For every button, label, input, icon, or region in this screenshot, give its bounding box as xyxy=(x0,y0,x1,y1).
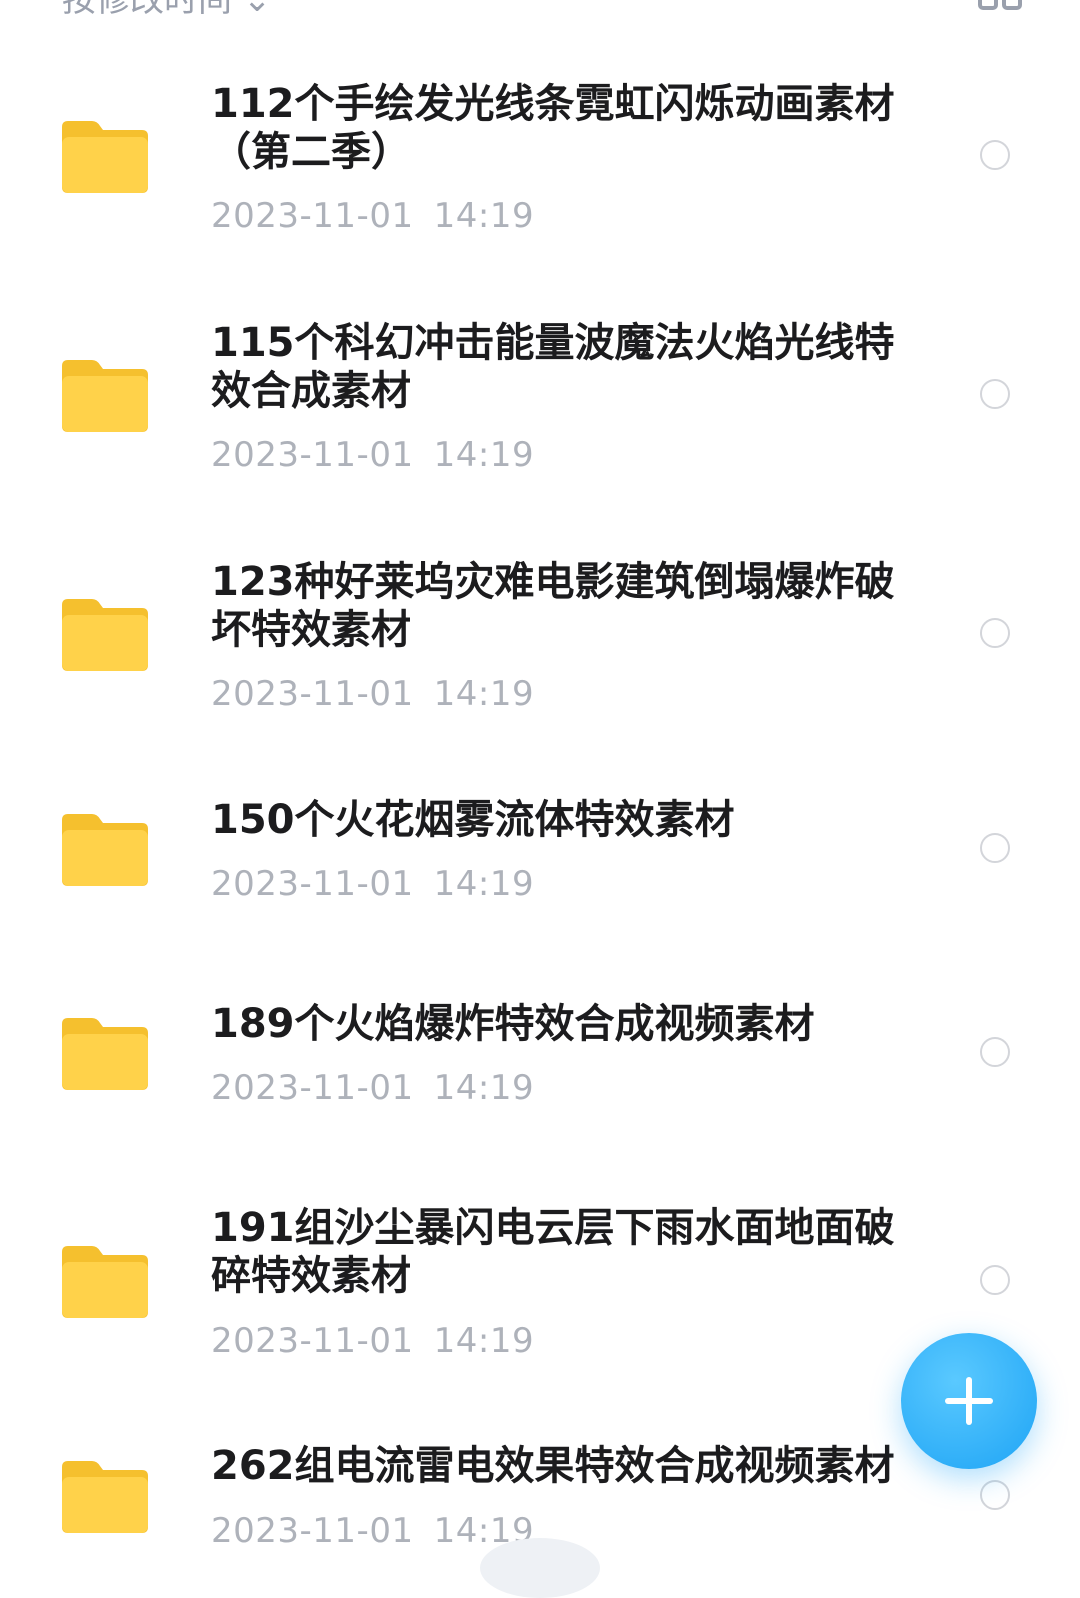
file-time: 14:19 xyxy=(433,674,535,714)
folder-icon xyxy=(62,1461,148,1533)
file-date: 2023-11-01 xyxy=(211,1321,414,1361)
file-time: 14:19 xyxy=(433,435,535,475)
file-date: 2023-11-01 xyxy=(211,674,414,714)
file-modified: 2023-11-01 14:19 xyxy=(211,1511,534,1551)
file-name: 189个火焰爆炸特效合成视频素材 xyxy=(211,1001,815,1047)
file-name: 112个手绘发光线条霓虹闪烁动画素材（第二季） xyxy=(211,81,895,175)
file-time: 14:19 xyxy=(433,864,535,904)
folder-icon xyxy=(62,121,148,193)
file-name: 115个科幻冲击能量波魔法火焰光线特效合成素材 xyxy=(211,320,895,414)
file-modified: 2023-11-01 14:19 xyxy=(211,864,534,904)
select-radio[interactable] xyxy=(980,140,1010,170)
file-modified: 2023-11-01 14:19 xyxy=(211,674,534,714)
file-date: 2023-11-01 xyxy=(211,1511,414,1551)
add-button[interactable] xyxy=(901,1333,1037,1469)
file-name: 262组电流雷电效果特效合成视频素材 xyxy=(211,1443,895,1489)
file-date: 2023-11-01 xyxy=(211,864,414,904)
file-date: 2023-11-01 xyxy=(211,196,414,236)
file-time: 14:19 xyxy=(433,1068,535,1108)
file-time: 14:19 xyxy=(433,1321,535,1361)
select-radio[interactable] xyxy=(980,1480,1010,1510)
folder-icon xyxy=(62,1246,148,1318)
file-name: 191组沙尘暴闪电云层下雨水面地面破碎特效素材 xyxy=(211,1205,895,1299)
file-name: 123种好莱坞灾难电影建筑倒塌爆炸破坏特效素材 xyxy=(211,559,895,653)
select-radio[interactable] xyxy=(980,379,1010,409)
file-date: 2023-11-01 xyxy=(211,435,414,475)
file-modified: 2023-11-01 14:19 xyxy=(211,196,534,236)
file-modified: 2023-11-01 14:19 xyxy=(211,1321,534,1361)
plus-icon xyxy=(945,1377,993,1425)
folder-icon xyxy=(62,360,148,432)
select-radio[interactable] xyxy=(980,833,1010,863)
select-radio[interactable] xyxy=(980,1037,1010,1067)
bottom-handle xyxy=(480,1538,600,1598)
folder-icon xyxy=(62,599,148,671)
file-list: 112个手绘发光线条霓虹闪烁动画素材（第二季） 2023-11-01 14:19 … xyxy=(0,0,1080,1560)
folder-icon xyxy=(62,814,148,886)
select-radio[interactable] xyxy=(980,618,1010,648)
file-time: 14:19 xyxy=(433,196,535,236)
file-modified: 2023-11-01 14:19 xyxy=(211,435,534,475)
file-date: 2023-11-01 xyxy=(211,1068,414,1108)
file-name: 150个火花烟雾流体特效素材 xyxy=(211,797,735,843)
folder-icon xyxy=(62,1018,148,1090)
select-radio[interactable] xyxy=(980,1265,1010,1295)
file-modified: 2023-11-01 14:19 xyxy=(211,1068,534,1108)
